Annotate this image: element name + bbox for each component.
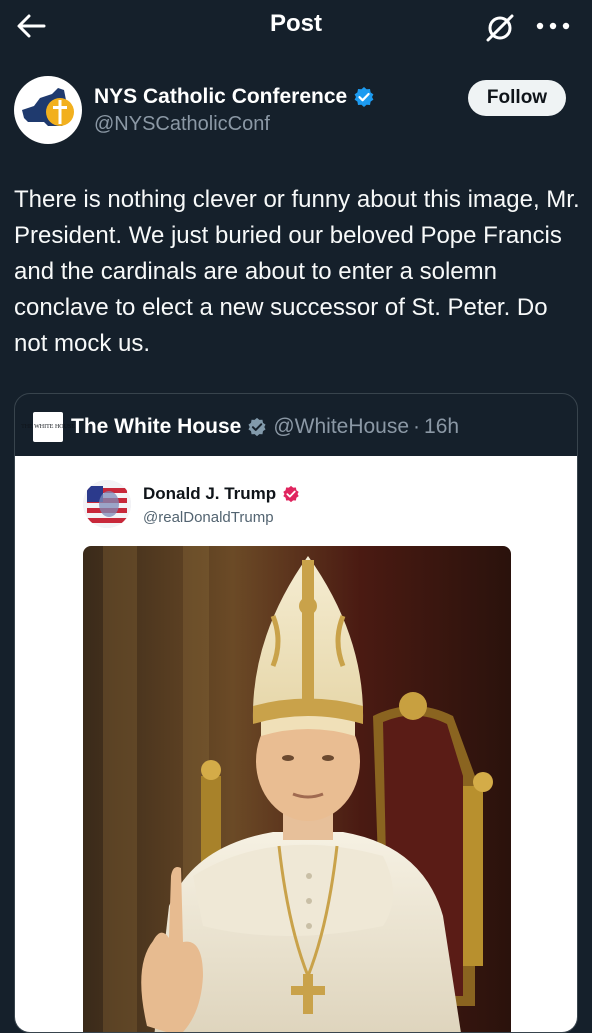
inner-author-name: Donald J. Trump: [143, 484, 300, 504]
separator-dot: ·: [413, 415, 421, 438]
verified-badge-pink-icon: [283, 485, 299, 503]
top-bar: Post: [0, 0, 592, 52]
inner-avatar: [83, 480, 131, 528]
verified-badge-icon: [354, 87, 374, 107]
avatar[interactable]: [14, 76, 82, 144]
author-name-text: NYS Catholic Conference: [94, 85, 348, 108]
author-name[interactable]: NYS Catholic Conference: [94, 85, 375, 109]
white-house-avatar[interactable]: THE WHITE HOUSE: [21, 412, 75, 442]
quoted-post-header: THE WHITE HOUSE The White House @WhiteHo…: [21, 410, 459, 444]
follow-button[interactable]: Follow: [468, 80, 566, 116]
more-horizontal-icon[interactable]: [534, 14, 572, 38]
post-author-row: NYS Catholic Conference @NYSCatholicConf…: [14, 76, 578, 146]
quoted-post-time[interactable]: 16h: [424, 415, 459, 439]
author-handle[interactable]: @NYSCatholicConf: [94, 113, 270, 136]
quoted-media-image[interactable]: Donald J. Trump @realDonaldTrump: [15, 456, 577, 1032]
arrow-left-icon[interactable]: [16, 12, 46, 40]
pope-illustration-image: [83, 546, 511, 1032]
white-house-avatar-text: THE WHITE HOUSE: [21, 423, 75, 430]
quoted-author-handle[interactable]: @WhiteHouse: [273, 415, 409, 439]
inner-author-name-text: Donald J. Trump: [143, 484, 277, 503]
quoted-post-card[interactable]: THE WHITE HOUSE The White House @WhiteHo…: [14, 393, 578, 1033]
grok-icon[interactable]: [484, 12, 516, 44]
nys-state-cross-logo: [22, 88, 74, 126]
flag-portrait-icon: [83, 480, 131, 528]
pope-figure-illustration: [83, 546, 511, 1032]
inner-author-handle: @realDonaldTrump: [143, 509, 274, 526]
verified-badge-gray-icon: [248, 417, 266, 437]
quoted-author-name[interactable]: The White House: [71, 415, 241, 439]
post-text: There is nothing clever or funny about t…: [14, 186, 580, 357]
